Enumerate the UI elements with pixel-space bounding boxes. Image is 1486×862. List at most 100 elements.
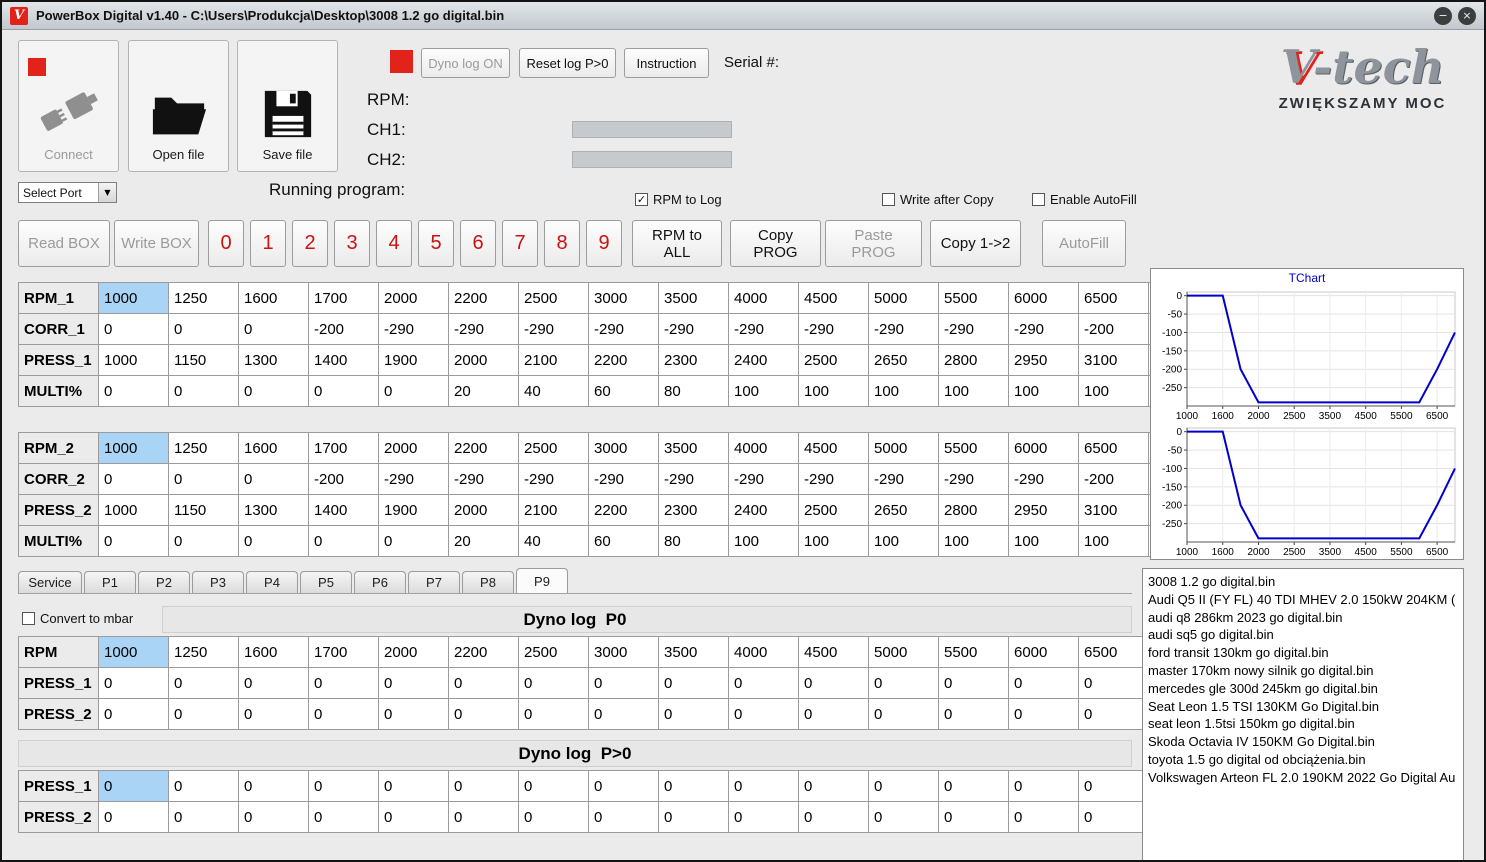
value-cell[interactable]: 100 [728,525,799,557]
value-cell[interactable]: 2000 [448,344,519,376]
value-cell[interactable]: 0 [1008,698,1079,730]
value-cell[interactable]: -200 [1078,463,1149,495]
value-cell[interactable]: -290 [938,313,1009,345]
value-cell[interactable]: 2950 [1008,344,1079,376]
tab-service[interactable]: Service [18,571,82,593]
value-cell[interactable]: 0 [378,770,449,802]
value-cell[interactable]: 0 [168,313,239,345]
file-list-item[interactable]: audi q8 286km 2023 go digital.bin [1148,609,1458,627]
value-cell[interactable]: 0 [1008,770,1079,802]
value-cell[interactable]: 1150 [168,344,239,376]
value-cell[interactable]: -290 [588,313,659,345]
value-cell[interactable]: 0 [588,667,659,699]
value-cell[interactable]: 0 [658,698,729,730]
value-cell[interactable]: 60 [588,375,659,407]
value-cell[interactable]: 80 [658,375,729,407]
value-cell[interactable]: 0 [378,525,449,557]
value-cell[interactable]: 0 [308,525,379,557]
value-cell[interactable]: 0 [238,770,309,802]
value-cell[interactable]: 0 [238,463,309,495]
value-cell[interactable]: 5500 [938,636,1009,668]
value-cell[interactable]: 2000 [378,282,449,314]
value-cell[interactable]: 2650 [868,344,939,376]
value-cell[interactable]: 0 [1008,667,1079,699]
copy-prog-button[interactable]: Copy PROG [730,220,821,267]
paste-prog-button[interactable]: Paste PROG [825,220,922,267]
value-cell[interactable]: 1000 [98,344,169,376]
value-cell[interactable]: 6000 [1008,636,1079,668]
value-cell[interactable]: 100 [1008,375,1079,407]
value-cell[interactable]: 6500 [1078,636,1149,668]
value-cell[interactable]: 0 [938,801,1009,833]
value-cell[interactable]: 0 [98,525,169,557]
value-cell[interactable]: 0 [168,375,239,407]
value-cell[interactable]: 0 [238,375,309,407]
value-cell[interactable]: 3100 [1078,344,1149,376]
file-list-item[interactable]: mercedes gle 300d 245km go digital.bin [1148,680,1458,698]
value-cell[interactable]: 0 [378,667,449,699]
value-cell[interactable]: 4500 [798,432,869,464]
reset-log-button[interactable]: Reset log P>0 [519,48,616,78]
value-cell[interactable]: 5000 [868,282,939,314]
value-cell[interactable]: 2500 [518,636,589,668]
value-cell[interactable]: 0 [238,801,309,833]
tab-p5[interactable]: P5 [300,571,352,593]
value-cell[interactable]: -290 [798,463,869,495]
value-cell[interactable]: -290 [378,463,449,495]
value-cell[interactable]: -200 [1078,313,1149,345]
value-cell[interactable]: 2500 [518,432,589,464]
value-cell[interactable]: 0 [238,525,309,557]
tab-p4[interactable]: P4 [246,571,298,593]
value-cell[interactable]: 4500 [798,282,869,314]
value-cell[interactable]: 0 [728,770,799,802]
value-cell[interactable]: 0 [658,667,729,699]
value-cell[interactable]: 1700 [308,282,379,314]
value-cell[interactable]: 0 [518,801,589,833]
value-cell[interactable]: 0 [1008,801,1079,833]
value-cell[interactable]: 0 [168,667,239,699]
value-cell[interactable]: 0 [658,801,729,833]
digit-button-9[interactable]: 9 [586,220,622,267]
value-cell[interactable]: 2300 [658,344,729,376]
value-cell[interactable]: 1250 [168,282,239,314]
file-list-item[interactable]: Seat Leon 1.5 TSI 130KM Go Digital.bin [1148,698,1458,716]
digit-button-6[interactable]: 6 [460,220,496,267]
digit-button-1[interactable]: 1 [250,220,286,267]
value-cell[interactable]: 100 [1078,525,1149,557]
value-cell[interactable]: 0 [98,375,169,407]
value-cell[interactable]: 40 [518,525,589,557]
value-cell[interactable]: 1900 [378,344,449,376]
value-cell[interactable]: 0 [168,770,239,802]
file-list-item[interactable]: audi sq5 go digital.bin [1148,626,1458,644]
digit-button-7[interactable]: 7 [502,220,538,267]
value-cell[interactable]: 0 [448,770,519,802]
value-cell[interactable]: 1700 [308,432,379,464]
value-cell[interactable]: 0 [98,770,169,802]
value-cell[interactable]: 0 [938,698,1009,730]
value-cell[interactable]: -290 [588,463,659,495]
value-cell[interactable]: 4000 [728,636,799,668]
dyno-log-on-button[interactable]: Dyno log ON [421,48,510,78]
save-file-button[interactable]: Save file [237,40,338,172]
value-cell[interactable]: 2000 [448,494,519,526]
value-cell[interactable]: 1150 [168,494,239,526]
value-cell[interactable]: 0 [868,667,939,699]
value-cell[interactable]: 0 [98,463,169,495]
value-cell[interactable]: -290 [448,313,519,345]
digit-button-8[interactable]: 8 [544,220,580,267]
value-cell[interactable]: 100 [868,525,939,557]
value-cell[interactable]: 0 [168,463,239,495]
value-cell[interactable]: 100 [798,525,869,557]
value-cell[interactable]: -290 [798,313,869,345]
value-cell[interactable]: 2800 [938,494,1009,526]
file-list-item[interactable]: 3008 1.2 go digital.bin [1148,573,1458,591]
value-cell[interactable]: -290 [728,313,799,345]
value-cell[interactable]: -290 [658,463,729,495]
write-box-button[interactable]: Write BOX [114,220,199,267]
open-file-button[interactable]: Open file [128,40,229,172]
value-cell[interactable]: 6500 [1078,282,1149,314]
value-cell[interactable]: 1250 [168,432,239,464]
value-cell[interactable]: 6000 [1008,432,1079,464]
file-list-item[interactable]: toyota 1.5 go digital od obciążenia.bin [1148,751,1458,769]
value-cell[interactable]: 2500 [518,282,589,314]
